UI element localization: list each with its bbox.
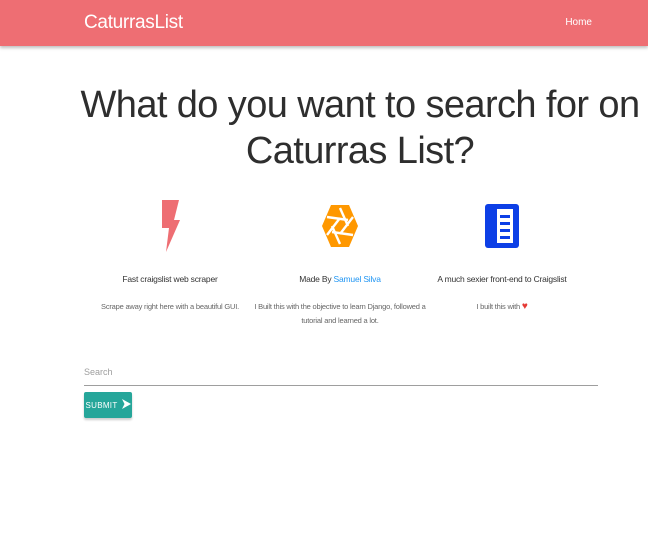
heart-icon: ♥ bbox=[521, 301, 528, 312]
made-by-label: Made By bbox=[299, 274, 334, 284]
search-field-wrapper bbox=[84, 360, 598, 386]
nav-home-link[interactable]: Home bbox=[565, 17, 592, 28]
author-link[interactable]: Samuel Silva bbox=[334, 274, 381, 284]
submit-button[interactable]: SUBMIT bbox=[84, 392, 132, 418]
arrow-right-icon bbox=[121, 399, 131, 411]
page-headline: What do you want to search for on Caturr… bbox=[80, 84, 641, 172]
feature-title: A much sexier front-end to Craigslist bbox=[437, 274, 567, 284]
feature-frontend: A much sexier front-end to Craigslist I … bbox=[402, 196, 602, 314]
brand-logo[interactable]: CaturrasList bbox=[84, 12, 183, 34]
navbar: CaturrasList Home bbox=[0, 0, 648, 46]
built-with-text: I built this with bbox=[476, 302, 521, 311]
document-icon bbox=[402, 196, 602, 256]
search-input[interactable] bbox=[84, 360, 598, 384]
submit-label: SUBMIT bbox=[85, 400, 118, 410]
feature-description: I built this with ♥ bbox=[402, 300, 602, 314]
